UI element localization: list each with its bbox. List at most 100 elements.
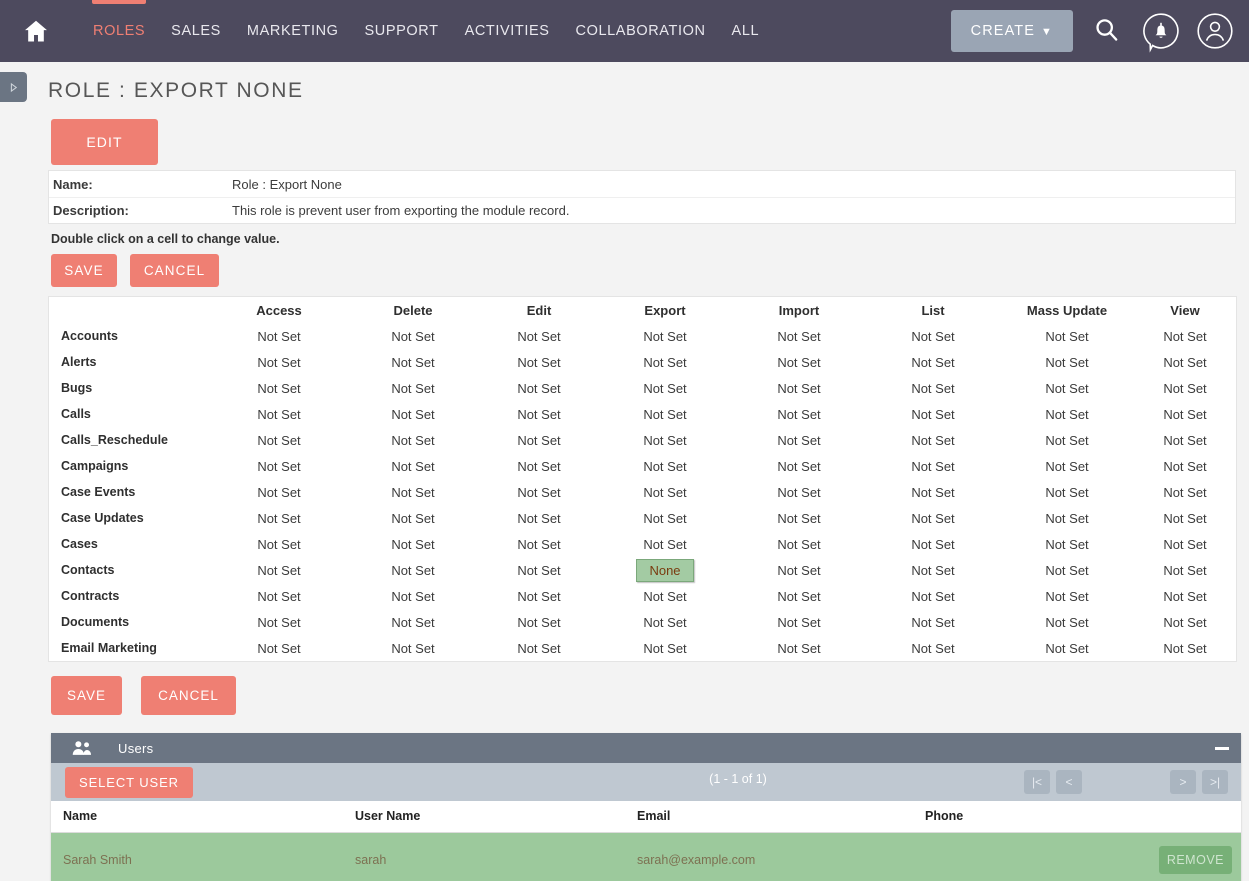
permission-cell[interactable]: Not Set (480, 375, 598, 401)
permission-cell[interactable]: Not Set (1000, 349, 1134, 375)
permission-cell[interactable]: Not Set (346, 401, 480, 427)
permission-cell[interactable]: Not Set (212, 635, 346, 661)
permission-cell[interactable]: Not Set (1000, 323, 1134, 349)
permission-cell[interactable]: Not Set (1134, 401, 1236, 427)
permission-cell[interactable]: Not Set (480, 479, 598, 505)
permission-cell[interactable]: Not Set (346, 635, 480, 661)
user-avatar-icon[interactable] (1195, 11, 1235, 51)
permission-cell[interactable]: Not Set (866, 479, 1000, 505)
create-button[interactable]: CREATE ▼ (950, 10, 1073, 52)
permission-cell[interactable]: Not Set (346, 531, 480, 557)
permission-cell[interactable]: Not Set (212, 479, 346, 505)
permission-cell[interactable]: Not Set (480, 635, 598, 661)
minimize-icon[interactable] (1215, 746, 1229, 750)
permission-cell[interactable]: Not Set (866, 531, 1000, 557)
permission-cell[interactable]: Not Set (1134, 375, 1236, 401)
edit-button[interactable]: EDIT (51, 119, 158, 165)
permission-cell[interactable]: Not Set (732, 505, 866, 531)
permission-cell[interactable]: Not Set (732, 323, 866, 349)
nav-item-all[interactable]: ALL (719, 0, 773, 62)
permission-cell[interactable]: Not Set (866, 427, 1000, 453)
permission-cell[interactable]: Not Set (480, 427, 598, 453)
permission-cell[interactable]: Not Set (346, 583, 480, 609)
permission-cell[interactable]: Not Set (1000, 401, 1134, 427)
permission-cell[interactable]: Not Set (732, 349, 866, 375)
nav-item-support[interactable]: SUPPORT (352, 0, 452, 62)
permission-cell[interactable]: Not Set (212, 427, 346, 453)
permission-cell[interactable]: Not Set (212, 531, 346, 557)
permission-cell[interactable]: Not Set (1000, 609, 1134, 635)
permission-cell[interactable]: Not Set (1134, 635, 1236, 661)
permission-cell[interactable]: Not Set (598, 323, 732, 349)
permission-cell[interactable]: Not Set (598, 349, 732, 375)
permission-cell[interactable]: Not Set (346, 505, 480, 531)
permission-cell[interactable]: Not Set (212, 453, 346, 479)
permission-cell[interactable]: Not Set (598, 583, 732, 609)
permission-cell[interactable]: Not Set (346, 557, 480, 583)
permission-cell[interactable]: Not Set (1000, 505, 1134, 531)
permission-cell[interactable]: Not Set (866, 505, 1000, 531)
permission-cell[interactable]: Not Set (1134, 609, 1236, 635)
permission-cell[interactable]: Not Set (598, 479, 732, 505)
permission-cell[interactable]: Not Set (212, 505, 346, 531)
permission-cell[interactable]: Not Set (480, 453, 598, 479)
permission-cell[interactable]: Not Set (598, 401, 732, 427)
permission-cell[interactable]: Not Set (732, 531, 866, 557)
permission-cell[interactable]: Not Set (480, 323, 598, 349)
permission-cell[interactable]: Not Set (346, 349, 480, 375)
permission-cell[interactable]: Not Set (346, 427, 480, 453)
permission-cell[interactable]: Not Set (598, 375, 732, 401)
home-icon[interactable] (22, 17, 50, 45)
pager-prev-button[interactable]: < (1056, 770, 1082, 794)
permission-cell[interactable]: Not Set (732, 479, 866, 505)
permission-cell[interactable]: Not Set (866, 583, 1000, 609)
permission-cell[interactable]: Not Set (480, 583, 598, 609)
permission-cell[interactable]: Not Set (212, 349, 346, 375)
permission-cell[interactable]: Not Set (480, 349, 598, 375)
pager-next-button[interactable]: > (1170, 770, 1196, 794)
permission-cell[interactable]: Not Set (212, 375, 346, 401)
permission-cell[interactable]: Not Set (346, 609, 480, 635)
permission-cell[interactable]: Not Set (212, 583, 346, 609)
permission-cell[interactable]: Not Set (866, 375, 1000, 401)
bell-icon[interactable] (1141, 11, 1181, 53)
permission-cell[interactable]: Not Set (212, 401, 346, 427)
remove-user-button[interactable]: REMOVE (1158, 845, 1232, 874)
permission-cell[interactable]: Not Set (212, 323, 346, 349)
permission-cell[interactable]: Not Set (866, 557, 1000, 583)
permission-cell[interactable]: Not Set (480, 505, 598, 531)
permission-cell[interactable]: Not Set (866, 401, 1000, 427)
table-row[interactable]: Sarah Smith sarah sarah@example.com REMOVE (51, 831, 1241, 881)
pager-last-button[interactable]: >| (1202, 770, 1228, 794)
permission-cell[interactable]: Not Set (1134, 531, 1236, 557)
permission-cell[interactable]: Not Set (732, 635, 866, 661)
permission-cell[interactable]: Not Set (598, 505, 732, 531)
permission-cell[interactable]: Not Set (480, 609, 598, 635)
permission-cell[interactable]: Not Set (1134, 479, 1236, 505)
permission-cell[interactable]: Not Set (1134, 557, 1236, 583)
nav-item-activities[interactable]: ACTIVITIES (452, 0, 563, 62)
permission-cell[interactable]: Not Set (1000, 453, 1134, 479)
permission-cell[interactable]: Not Set (346, 453, 480, 479)
select-user-button[interactable]: SELECT USER (65, 766, 193, 798)
permission-cell[interactable]: Not Set (866, 349, 1000, 375)
permission-cell[interactable]: Not Set (212, 557, 346, 583)
permission-cell[interactable]: Not Set (732, 401, 866, 427)
permission-cell[interactable]: Not Set (866, 453, 1000, 479)
permission-cell[interactable]: Not Set (1000, 427, 1134, 453)
permission-cell[interactable]: Not Set (732, 609, 866, 635)
permission-cell[interactable]: Not Set (598, 635, 732, 661)
permission-cell[interactable]: Not Set (732, 427, 866, 453)
permission-cell[interactable]: Not Set (1134, 349, 1236, 375)
permission-cell[interactable]: Not Set (1000, 375, 1134, 401)
permission-cell[interactable]: Not Set (346, 479, 480, 505)
permission-cell[interactable]: Not Set (866, 635, 1000, 661)
pager-first-button[interactable]: |< (1024, 770, 1050, 794)
permission-cell[interactable]: Not Set (346, 375, 480, 401)
permission-cell[interactable]: Not Set (598, 427, 732, 453)
nav-item-marketing[interactable]: MARKETING (234, 0, 352, 62)
permission-cell[interactable]: Not Set (1134, 583, 1236, 609)
search-icon[interactable] (1087, 11, 1127, 51)
permission-cell[interactable]: Not Set (732, 557, 866, 583)
permission-cell[interactable]: Not Set (866, 609, 1000, 635)
